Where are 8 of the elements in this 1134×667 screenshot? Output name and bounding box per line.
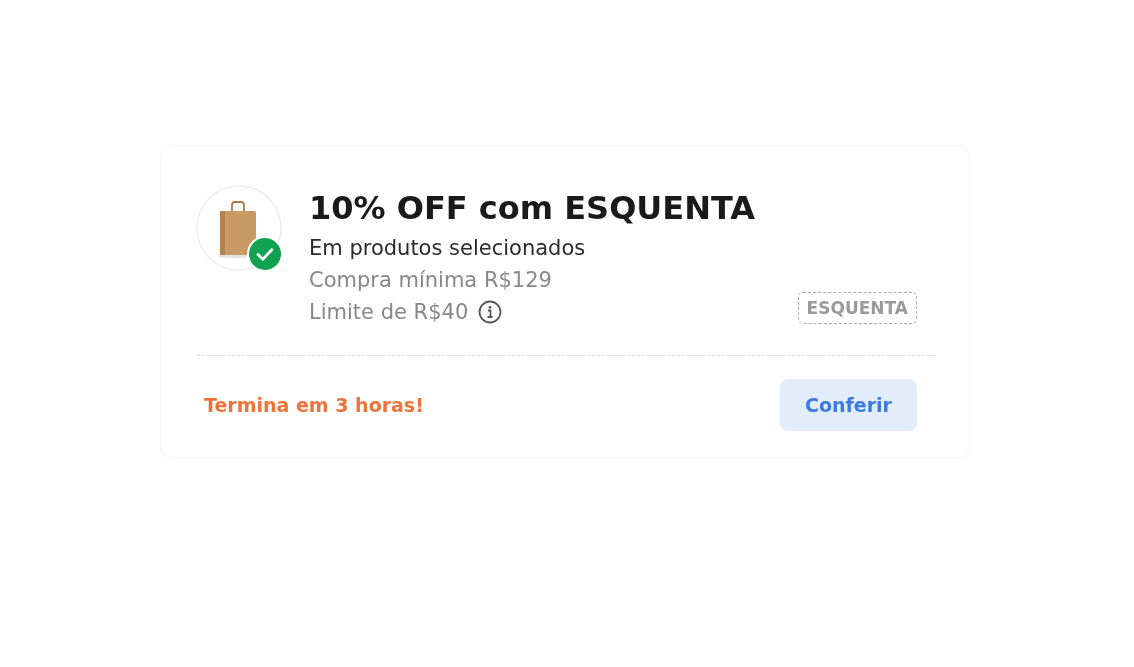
coupon-subtitle: Em produtos selecionados bbox=[309, 235, 587, 262]
condition-text: Limite de R$40 bbox=[309, 299, 469, 326]
expiry-text: Termina em 3 horas! bbox=[204, 394, 424, 416]
coupon-title: 10% OFF com ESQUENTA bbox=[309, 188, 757, 229]
info-icon[interactable] bbox=[478, 300, 503, 324]
coupon-code-tag: ESQUENTA bbox=[797, 292, 917, 324]
condition-text: Compra mínima R$129 bbox=[309, 267, 552, 294]
check-offer-button[interactable]: Conferir bbox=[780, 379, 917, 431]
